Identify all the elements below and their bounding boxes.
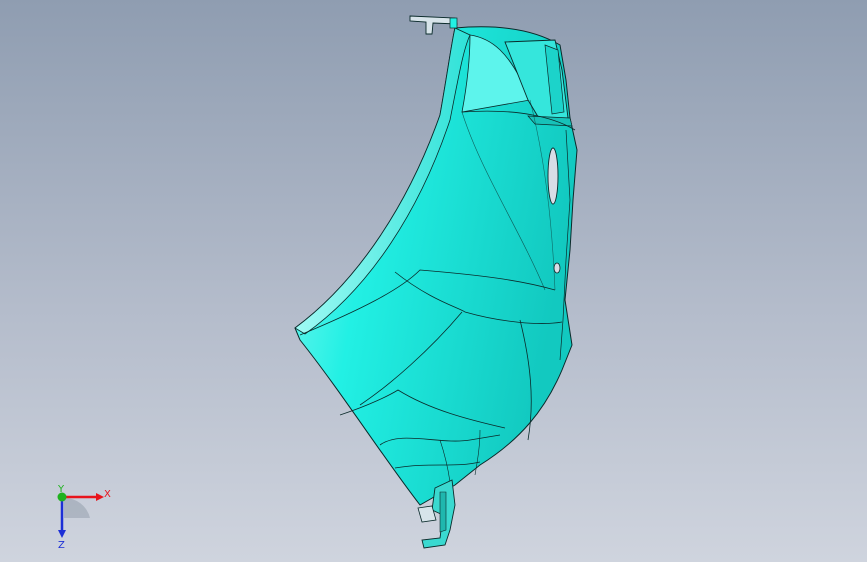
z-axis-label: Z	[58, 540, 65, 548]
top-bracket-tab	[449, 17, 458, 29]
bottom-bracket-rib	[439, 491, 447, 533]
x-axis-label: X	[104, 489, 111, 500]
fender-part-model[interactable]	[0, 0, 867, 562]
coordinate-triad-icon: X Y Z	[57, 484, 111, 548]
y-axis-label: Y	[57, 484, 65, 495]
mounting-slot	[547, 147, 559, 205]
cad-graphics-viewport[interactable]: X Y Z	[0, 0, 867, 562]
mounting-hole	[553, 262, 561, 274]
